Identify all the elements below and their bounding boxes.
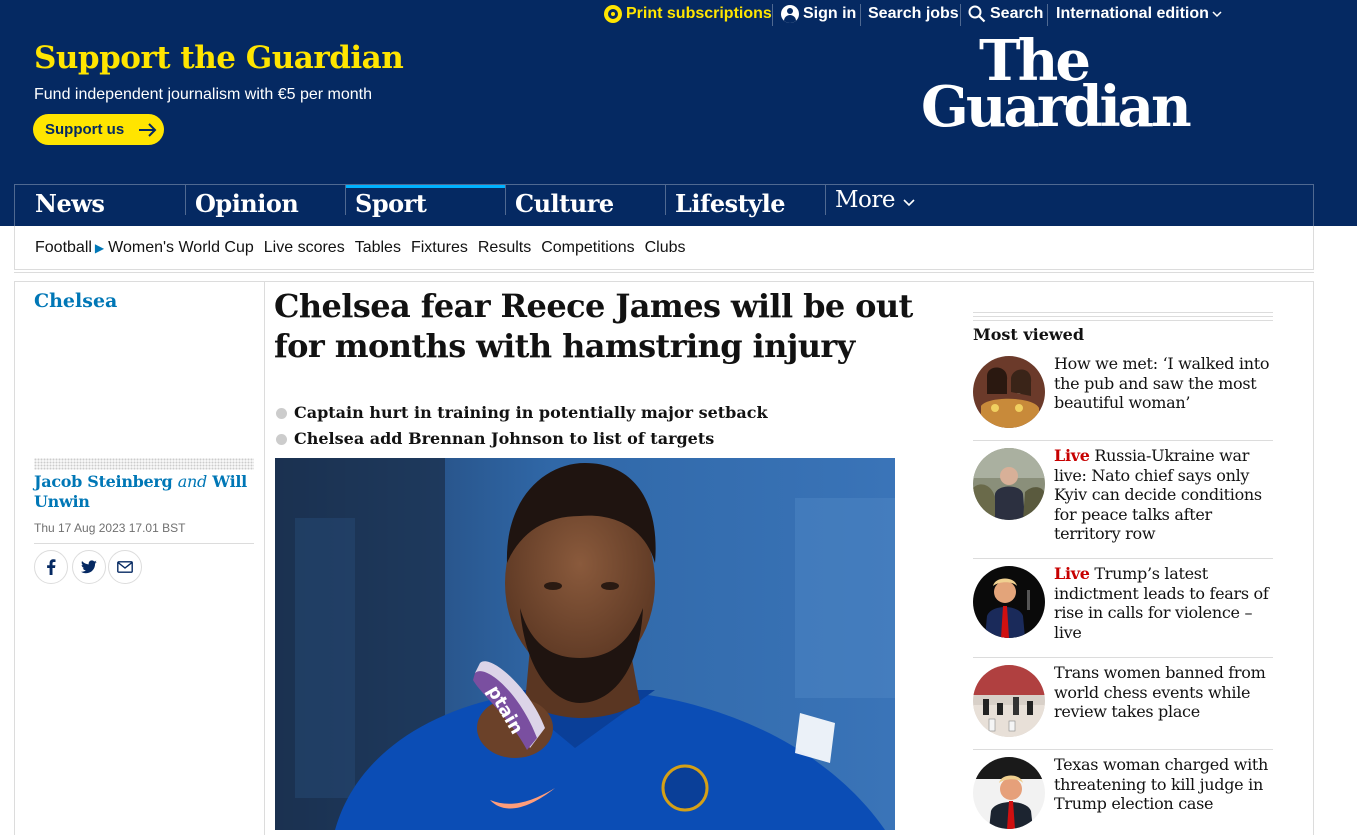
email-icon	[117, 561, 133, 573]
standfirst-item: Captain hurt in training in potentially …	[276, 400, 926, 426]
twitter-icon	[81, 560, 97, 574]
subnav-live-scores[interactable]: Live scores	[264, 239, 345, 257]
thumbnail	[973, 448, 1045, 520]
arrow-right-icon	[139, 122, 157, 137]
divider	[860, 4, 861, 26]
thumbnail	[973, 356, 1045, 428]
divider	[772, 4, 773, 26]
bullet-icon	[276, 407, 287, 419]
subnav-clubs[interactable]: Clubs	[645, 239, 686, 257]
subnav-tables[interactable]: Tables	[355, 239, 401, 257]
divider	[264, 282, 265, 835]
search-link[interactable]: Search	[968, 5, 1043, 23]
divider	[1313, 282, 1314, 835]
standfirst-text: Captain hurt in training in potentially …	[294, 403, 768, 422]
bullet-icon	[276, 433, 287, 445]
subnav-fixtures[interactable]: Fixtures	[411, 239, 468, 257]
publish-date: Thu 17 Aug 2023 17.01 BST	[34, 521, 186, 535]
headline-text: Live Trump’s latest indictment leads to …	[1054, 564, 1273, 642]
headline-text: Live Russia-Ukraine war live: Nato chief…	[1054, 446, 1273, 544]
profile-icon	[781, 5, 799, 23]
search-jobs-link[interactable]: Search jobs	[868, 5, 959, 23]
sign-in-link[interactable]: Sign in	[781, 5, 856, 23]
headline-text: Texas woman charged with threatening to …	[1054, 755, 1269, 813]
main-image: ptain	[275, 458, 895, 830]
subnav-results[interactable]: Results	[478, 239, 531, 257]
thumbnail	[973, 665, 1045, 737]
standfirst: Captain hurt in training in potentially …	[276, 400, 926, 452]
headline: Chelsea fear Reece James will be out for…	[274, 287, 913, 365]
divider	[14, 282, 15, 835]
pillar-more-label: More	[835, 187, 896, 213]
edition-label: International edition	[1056, 5, 1209, 22]
share-facebook-button[interactable]	[34, 550, 68, 584]
dotted-rule	[34, 458, 254, 470]
pillar-nav: News Opinion Sport Culture Lifestyle Mor…	[14, 184, 1314, 226]
pillar-more[interactable]: More	[815, 185, 935, 227]
sub-nav: Football ▶ Women's World Cup Live scores…	[14, 226, 1314, 270]
search-icon	[968, 5, 986, 23]
divider	[973, 558, 1273, 559]
facebook-icon	[47, 559, 56, 575]
subnav-competitions[interactable]: Competitions	[541, 239, 634, 257]
player-photo: ptain	[275, 458, 895, 830]
top-bar: Print subscriptions Sign in Search jobs …	[0, 0, 1357, 32]
share-twitter-button[interactable]	[72, 550, 106, 584]
pillar-sport[interactable]: Sport	[346, 185, 506, 227]
divider	[960, 4, 961, 26]
guardian-logo[interactable]: The Guardian	[921, 33, 1221, 142]
standfirst-item: Chelsea add Brennan Johnson to list of t…	[276, 426, 926, 452]
pillar-news[interactable]: News	[15, 185, 185, 227]
support-us-label: Support us	[45, 121, 125, 138]
logo-line-2: Guardian	[921, 74, 1192, 140]
headline-text: How we met: ‘I walked into the pub and s…	[1054, 354, 1273, 413]
divider	[14, 272, 1314, 282]
chevron-down-icon	[903, 199, 915, 207]
divider	[973, 312, 1273, 313]
divider	[973, 657, 1273, 658]
headline-text: Trans women banned from world chess even…	[1054, 663, 1273, 722]
subnav-football[interactable]: Football	[35, 239, 92, 257]
headline-text: Trans women banned from world chess even…	[1054, 663, 1266, 721]
divider	[973, 749, 1273, 750]
divider	[973, 316, 1273, 317]
sign-in-label: Sign in	[803, 5, 857, 22]
most-viewed-title: Most viewed	[973, 325, 1085, 344]
chevron-down-icon	[1212, 11, 1222, 18]
search-label: Search	[990, 5, 1044, 22]
live-badge: Live	[1054, 446, 1090, 465]
standfirst-text: Chelsea add Brennan Johnson to list of t…	[294, 429, 715, 448]
share-email-button[interactable]	[108, 550, 142, 584]
pillar-opinion[interactable]: Opinion	[175, 185, 345, 227]
play-triangle-icon: ▶	[94, 241, 105, 255]
byline-and: and	[177, 472, 207, 491]
search-jobs-label: Search jobs	[868, 5, 959, 22]
pillar-culture[interactable]: Culture	[495, 185, 665, 227]
headline-text: Texas woman charged with threatening to …	[1054, 755, 1273, 814]
thumbnail	[973, 566, 1045, 638]
edition-selector[interactable]: International edition	[1056, 5, 1222, 23]
pillar-lifestyle[interactable]: Lifestyle	[655, 185, 825, 227]
headline-text: How we met: ‘I walked into the pub and s…	[1054, 354, 1270, 412]
thumbnail	[973, 757, 1045, 829]
support-us-button[interactable]: Support us	[33, 114, 164, 145]
print-subscriptions-label: Print subscriptions	[626, 5, 772, 22]
divider	[34, 543, 254, 544]
yellow-circle-icon	[604, 5, 622, 23]
subnav-womens-world-cup[interactable]: Women's World Cup	[108, 239, 254, 257]
divider	[1047, 4, 1048, 26]
author-link[interactable]: Jacob Steinberg	[34, 472, 173, 491]
print-subscriptions-link[interactable]: Print subscriptions	[604, 5, 772, 23]
byline: Jacob Steinberg and Will Unwin	[34, 472, 254, 512]
support-subtitle: Fund independent journalism with €5 per …	[34, 86, 372, 103]
section-label[interactable]: Chelsea	[34, 290, 117, 312]
support-title: Support the Guardian	[34, 40, 404, 76]
divider	[973, 440, 1273, 441]
divider	[973, 320, 1273, 321]
live-badge: Live	[1054, 564, 1090, 583]
